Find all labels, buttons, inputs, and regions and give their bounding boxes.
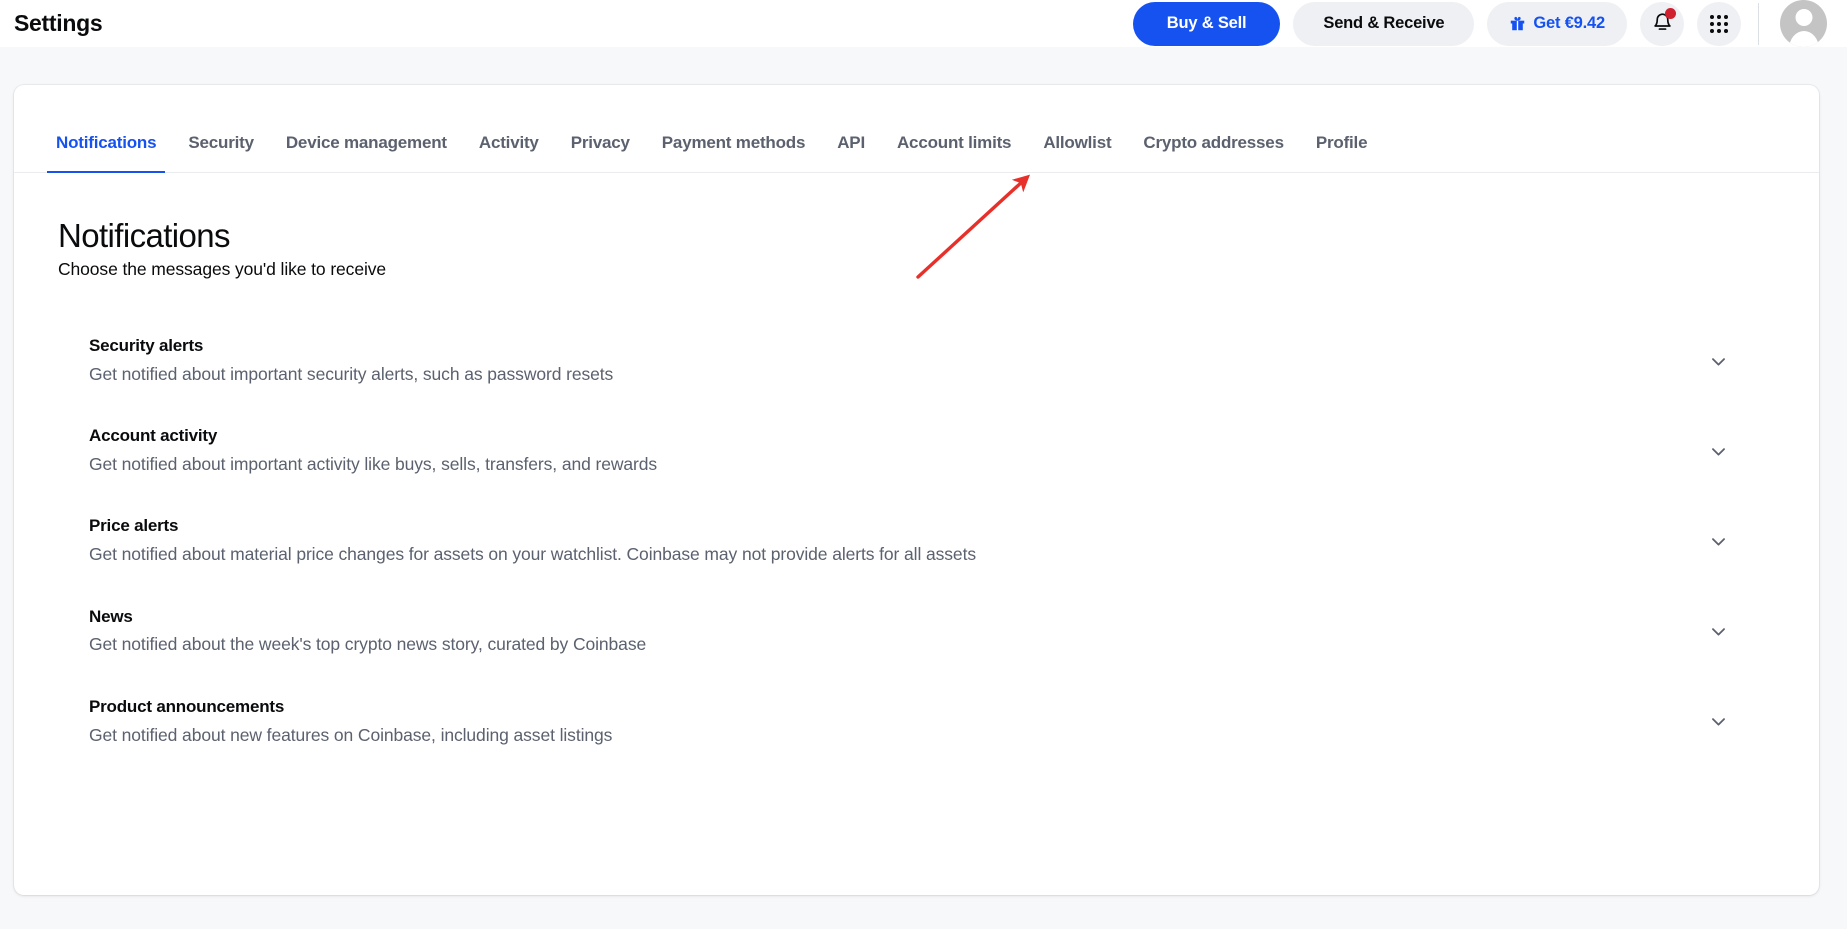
tab-label: Privacy [570, 133, 630, 152]
tab-label: Crypto addresses [1143, 133, 1284, 152]
section-title: Notifications [58, 217, 231, 254]
tab-label: Allowlist [1043, 133, 1112, 152]
header-divider [1758, 2, 1759, 45]
send-receive-button[interactable]: Send & Receive [1293, 1, 1475, 46]
tab-label: API [837, 133, 865, 152]
list-item-text: Account activity Get notified about impor… [89, 425, 1679, 477]
gift-icon [1509, 15, 1526, 32]
list-item-label: News [89, 606, 133, 626]
tab-label: Notifications [56, 133, 157, 152]
list-item-description: Get notified about material price change… [89, 544, 976, 565]
tab-crypto-addresses[interactable]: Crypto addresses [1127, 134, 1299, 172]
chevron-down-icon[interactable] [1703, 617, 1733, 647]
settings-content: Notifications Choose the messages you'd … [14, 173, 1819, 767]
tab-activity[interactable]: Activity [463, 134, 555, 172]
header-actions: Buy & Sell Send & Receive Get €9.42 [1132, 0, 1827, 47]
list-item-label: Security alerts [89, 335, 204, 355]
chevron-down-icon[interactable] [1703, 436, 1733, 466]
list-item-description: Get notified about new features on Coinb… [89, 724, 613, 745]
settings-card: Notifications Security Device management Ac… [14, 85, 1819, 895]
tab-api[interactable]: API [821, 134, 881, 172]
list-item-description: Get notified about important security al… [89, 363, 614, 384]
status-badge [1665, 7, 1676, 19]
tab-label: Profile [1315, 133, 1368, 152]
chevron-down-icon[interactable] [1703, 707, 1733, 737]
list-item-label: Account activity [89, 426, 218, 446]
tab-payment-methods[interactable]: Payment methods [646, 134, 821, 172]
list-item-description: Get notified about the week's top crypto… [89, 634, 647, 655]
chevron-down-icon[interactable] [1703, 526, 1733, 556]
list-item-label: Product announcements [89, 696, 285, 716]
tab-label: Security [188, 133, 254, 152]
tab-allowlist[interactable]: Allowlist [1027, 134, 1127, 172]
page-title: Settings [14, 10, 103, 36]
list-item[interactable]: Price alerts Get notified about material … [14, 496, 1819, 586]
tab-label: Payment methods [661, 133, 806, 152]
list-item-text: Product announcements Get notified about … [89, 696, 1679, 748]
avatar-head-shape [1795, 9, 1812, 26]
notifications-bell-button[interactable] [1640, 1, 1684, 46]
tab-label: Account limits [896, 133, 1012, 152]
list-item-text: News Get notified about the week's top cr… [89, 606, 1679, 658]
buy-sell-label: Buy & Sell [1166, 14, 1247, 32]
notification-settings-list: Security alerts Get notified about import… [14, 316, 1819, 767]
list-item[interactable]: Security alerts Get notified about import… [14, 316, 1819, 406]
apps-grid-button[interactable] [1697, 1, 1741, 46]
list-item[interactable]: Product announcements Get notified about … [14, 677, 1819, 767]
list-item-text: Price alerts Get notified about material … [89, 515, 1679, 567]
tab-privacy[interactable]: Privacy [555, 134, 646, 172]
send-receive-label: Send & Receive [1323, 14, 1445, 32]
buy-sell-button[interactable]: Buy & Sell [1132, 1, 1281, 46]
section-subtitle: Choose the messages you'd like to receiv… [58, 258, 387, 279]
list-item[interactable]: News Get notified about the week's top cr… [14, 587, 1819, 677]
list-item-label: Price alerts [89, 516, 179, 536]
avatar-body-shape [1788, 31, 1819, 47]
get-reward-label: Get €9.42 [1533, 14, 1605, 32]
settings-tab-bar: Notifications Security Device management Ac… [14, 85, 1819, 173]
tab-device-management[interactable]: Device management [270, 134, 463, 172]
list-item-description: Get notified about important activity li… [89, 454, 658, 475]
chevron-down-icon[interactable] [1703, 346, 1733, 376]
list-item-text: Security alerts Get notified about import… [89, 335, 1679, 387]
get-reward-button[interactable]: Get €9.42 [1487, 1, 1627, 46]
list-item[interactable]: Account activity Get notified about impor… [14, 406, 1819, 496]
top-header-bar: Settings Buy & Sell Send & Receive Get €… [0, 0, 1847, 47]
tab-notifications[interactable]: Notifications [40, 133, 172, 173]
tab-account-limits[interactable]: Account limits [881, 134, 1027, 172]
tab-label: Device management [285, 133, 447, 152]
tab-profile[interactable]: Profile [1300, 134, 1384, 172]
avatar[interactable] [1780, 0, 1827, 47]
tab-security[interactable]: Security [172, 134, 270, 172]
tab-label: Activity [478, 133, 539, 152]
apps-grid-icon [1710, 14, 1728, 33]
